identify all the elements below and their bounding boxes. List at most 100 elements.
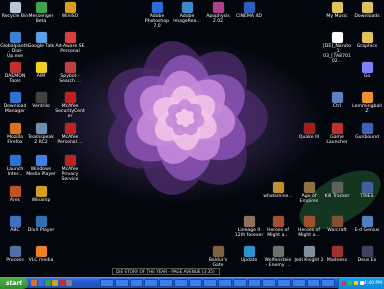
desktop-icon[interactable]: Go <box>352 62 382 79</box>
clock[interactable]: 4:40 PM <box>364 278 382 289</box>
taskbar: start 4:40 PM <box>0 277 384 289</box>
quick-launch-icon[interactable] <box>66 280 72 286</box>
desktop-icon[interactable]: Windows Media Player <box>26 155 56 177</box>
desktop-icon[interactable]: Winamp <box>26 186 56 203</box>
wolfenstein-icon <box>272 246 284 257</box>
desktop: DIE STORY OF THE YEAR - PAGE AVENUE (3:3… <box>0 0 384 277</box>
desktop-icon[interactable]: E-d Genius <box>352 216 382 233</box>
desktop-icon[interactable]: Update <box>234 246 264 263</box>
taskbar-button[interactable] <box>114 279 129 287</box>
firefox-icon <box>9 123 21 134</box>
quick-launch-bar <box>31 280 72 287</box>
desktop-icon[interactable]: Quake III <box>294 123 324 140</box>
desktop-icon-label: My Music <box>326 14 348 19</box>
desktop-icon[interactable]: Game Launcher <box>322 123 352 145</box>
desktop-icon-label: Baldur's Gate <box>208 258 228 268</box>
ie-icon <box>9 155 21 166</box>
desktop-icon[interactable]: Heroes of Might a... <box>294 216 324 238</box>
winiso-icon <box>64 2 76 13</box>
quick-launch-icon[interactable] <box>31 280 37 286</box>
ctrl-icon <box>331 92 343 103</box>
desktop-icon[interactable]: Madness <box>322 246 352 263</box>
desktop-icon[interactable]: Adobe ImageRea... <box>172 2 202 24</box>
taskbar-button[interactable] <box>188 279 203 287</box>
desktop-icon[interactable]: Heroes of Might a... <box>263 216 293 238</box>
vlc-icon <box>35 246 47 257</box>
desktop-icon[interactable]: Graphics <box>352 32 382 49</box>
desktop-icon[interactable]: Lineage II 12th forever <box>234 216 264 238</box>
taskbar-button[interactable] <box>129 279 144 287</box>
taskbar-button[interactable] <box>291 279 306 287</box>
taskbar-button[interactable] <box>306 279 321 287</box>
taskbar-button[interactable] <box>203 279 217 287</box>
desktop-icon[interactable]: McAfee Privacy Service <box>55 155 85 182</box>
tries-icon <box>361 182 373 193</box>
tray-icon[interactable] <box>348 281 352 285</box>
tray-icon[interactable] <box>360 281 364 285</box>
desktop-icon[interactable]: TRIES <box>352 182 382 199</box>
desktop-icon[interactable]: Downloads <box>352 2 382 19</box>
desktop-icon[interactable]: [DE]_Naruto_1 03_[7A870102... <box>322 32 352 64</box>
tray-icon[interactable] <box>354 281 358 285</box>
quick-launch-icon[interactable] <box>45 280 51 286</box>
taskbar-button[interactable] <box>262 279 276 287</box>
desktop-icon[interactable]: Messenger Beta <box>26 2 56 24</box>
desktop-icon[interactable]: Lemmingball Z <box>352 92 382 114</box>
age-of-empires-icon <box>303 182 315 193</box>
quick-launch-icon[interactable] <box>52 280 58 286</box>
taskbar-button[interactable] <box>218 279 232 287</box>
desktop-icon-label: VLC media <box>28 258 54 263</box>
messenger-icon <box>35 2 47 13</box>
desktop-icon[interactable]: Adobe Photoshop 7.0 <box>142 2 172 29</box>
desktop-icon[interactable]: Age of Empires <box>294 182 324 204</box>
desktop-icon[interactable]: WinISO <box>55 2 85 19</box>
jedi-knight-icon <box>303 246 315 257</box>
recycle-bin-icon <box>9 2 21 13</box>
desktop-icon-label: Deus Ex <box>357 258 377 263</box>
desktop-icon[interactable]: McAfee Personal ... <box>55 123 85 145</box>
teamspeak-icon <box>35 123 47 134</box>
desktop-icon[interactable]: My Music <box>322 2 352 19</box>
desktop-icon[interactable]: VLC media <box>26 246 56 263</box>
desktop-icon[interactable]: Jedi Knight 2 <box>294 246 324 263</box>
taskbar-button[interactable] <box>100 279 114 287</box>
desktop-icon-label: AIM <box>36 74 46 79</box>
desktop-icon[interactable]: Gunbound <box>352 123 382 140</box>
lineage-icon <box>243 216 255 227</box>
taskbar-button[interactable] <box>321 279 335 287</box>
taskbar-button[interactable] <box>144 279 158 287</box>
desktop-icon[interactable]: Ventrilo <box>26 92 56 109</box>
desktop-icon[interactable]: Wolfenstein - Enemy ... <box>263 246 293 268</box>
desktop-icon-label: Wolfenstein - Enemy ... <box>264 258 292 268</box>
desktop-icon[interactable]: whatsmine... <box>263 182 293 199</box>
taskbar-button[interactable] <box>247 279 262 287</box>
desktop-icon[interactable]: Google Talk <box>26 32 56 49</box>
desktop-icon[interactable]: McAfee SecurityCenter <box>55 92 85 119</box>
desktop-icon-label: [DE]_Naruto_1 03_[7A870102... <box>323 44 351 64</box>
desktop-icon-label: Ad-Aware SE Personal <box>55 44 85 54</box>
desktop-icon[interactable]: Apophysis 2.02 <box>203 2 233 24</box>
taskbar-button[interactable] <box>277 279 291 287</box>
desktop-icon[interactable]: Teamspeak 2 RC2 <box>26 123 56 145</box>
start-button[interactable]: start <box>0 278 28 289</box>
desktop-icon-label: McAfee Privacy Service <box>61 167 79 182</box>
desktop-icon[interactable]: AIM <box>26 62 56 79</box>
game-launcher-icon <box>331 123 343 134</box>
taskbar-button[interactable] <box>232 279 247 287</box>
desktop-icon[interactable]: Deus Ex <box>352 246 382 263</box>
desktop-icon[interactable]: Spybot - Search ... <box>55 62 85 84</box>
desktop-icon[interactable]: Ctrl <box>322 92 352 109</box>
desktop-icon[interactable]: DivX Player <box>26 216 56 233</box>
quick-launch-icon[interactable] <box>38 280 44 286</box>
tray-icon[interactable] <box>342 281 346 285</box>
desktop-icon[interactable]: CINEMA 4D <box>234 2 264 19</box>
desktop-icon[interactable]: Warcraft <box>322 216 352 233</box>
desktop-icon[interactable]: Kill Tracker <box>322 182 352 199</box>
quick-launch-icon[interactable] <box>59 280 65 286</box>
desktop-icon[interactable]: Ad-Aware SE Personal <box>55 32 85 54</box>
taskbar-button[interactable] <box>159 279 173 287</box>
desktop-icon[interactable]: Baldur's Gate <box>203 246 233 268</box>
taskbar-button[interactable] <box>173 279 188 287</box>
madness-icon <box>331 246 343 257</box>
desktop-icon-label: CINEMA 4D <box>236 14 262 19</box>
